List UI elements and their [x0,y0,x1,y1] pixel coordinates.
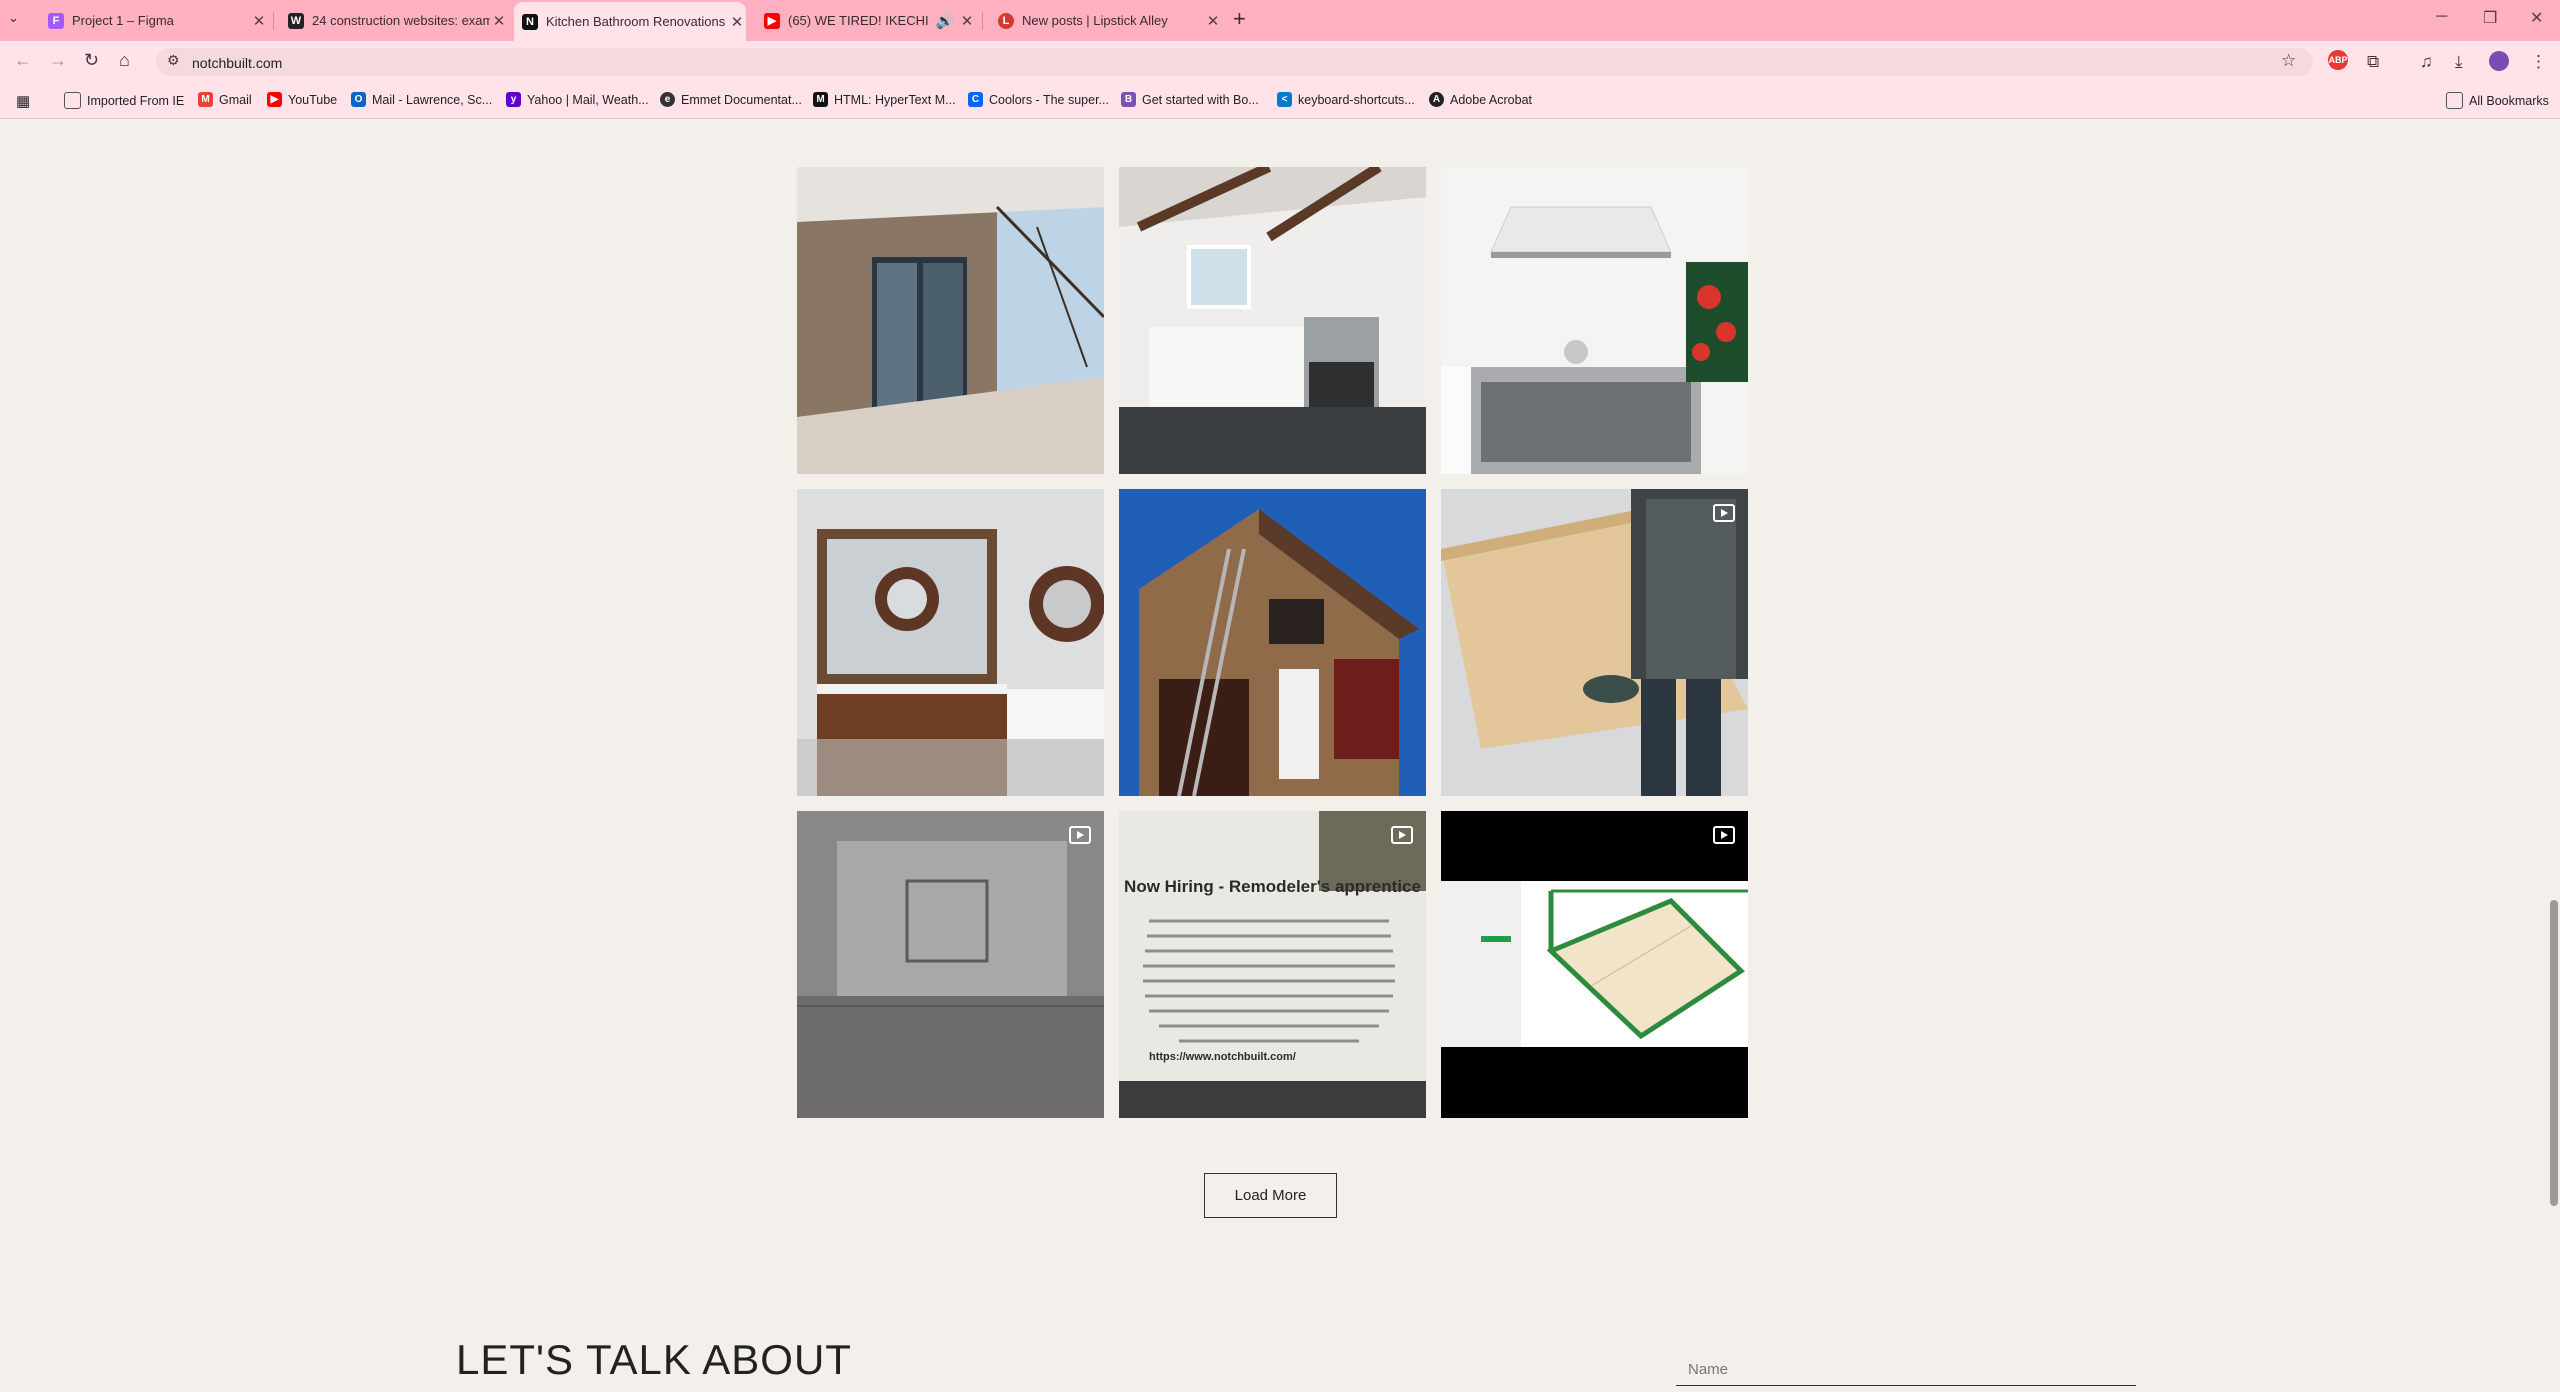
youtube-icon: ▶ [764,12,780,29]
bookmark-label: Gmail [219,92,252,107]
tab-title: (65) WE TIRED! IKECHI IS A [788,13,932,28]
folder-icon [2446,92,2463,109]
adblock-plus-icon[interactable]: ABP [2328,50,2348,70]
bookmark-label: Yahoo | Mail, Weath... [527,92,649,107]
all-bookmarks[interactable]: All Bookmarks [2446,92,2549,109]
reload-icon[interactable]: ↻ [84,50,99,71]
bookmark-label: Adobe Acrobat [1450,92,1533,107]
emmet-icon: e [660,92,675,107]
menu-kebab-icon[interactable]: ⋮ [2530,52,2547,72]
site-info-icon[interactable]: ⚙ [167,52,180,69]
extensions-puzzle-icon[interactable]: ⧉ [2367,52,2379,72]
gallery-image-kitchen-range[interactable] [1441,167,1748,474]
bookmark-label: Get started with Bo... [1142,92,1259,107]
tab-youtube-video[interactable]: ▶ (65) WE TIRED! IKECHI IS A 🔊 ✕ [756,6,976,35]
gallery-video-wall-panel[interactable] [797,811,1104,1118]
media-control-icon[interactable]: ♫ [2420,52,2433,72]
acrobat-icon: A [1429,92,1444,107]
notch-icon: N [522,13,538,30]
gallery-image-kitchen-beams[interactable] [1119,167,1426,474]
new-tab-icon[interactable]: + [1233,6,1246,32]
coolors-icon: C [968,92,983,107]
forward-icon[interactable]: → [49,50,67,71]
load-more-button[interactable]: Load More [1204,1173,1337,1218]
close-tab-icon[interactable]: ✕ [728,13,746,31]
bookmark-adobe-acrobat[interactable]: A Adobe Acrobat [1429,92,1532,107]
tab-divider [982,12,983,30]
tab-construction-websites[interactable]: W 24 construction websites: exam ✕ [280,6,508,35]
bookmark-label: keyboard-shortcuts... [1298,92,1415,107]
restore-icon[interactable]: ❐ [2483,8,2497,28]
gmail-icon: M [198,92,213,107]
download-icon[interactable]: ⤓ [2455,52,2463,72]
bookmark-imported-from-ie[interactable]: Imported From IE [64,92,184,109]
bookmark-label: Emmet Documentat... [681,92,802,107]
close-window-icon[interactable]: ✕ [2530,8,2543,28]
close-tab-icon[interactable]: ✕ [958,12,976,30]
url-text[interactable]: notchbuilt.com [192,55,282,71]
apps-grid-icon[interactable]: ▦ [16,92,30,110]
youtube-icon: ▶ [267,92,282,107]
tab-title: 24 construction websites: exam [312,13,490,28]
gallery-video-floor-plan[interactable] [1441,811,1748,1118]
gallery-image-barn-house[interactable] [1119,489,1426,796]
outlook-icon: O [351,92,366,107]
tab-notchbuilt[interactable]: N Kitchen Bathroom Renovations ✕ [514,2,746,41]
profile-avatar[interactable] [2489,51,2509,71]
mdn-icon: M [813,92,828,107]
video-icon [1391,826,1413,844]
tab-lipstick-alley[interactable]: L New posts | Lipstick Alley ✕ [990,6,1222,35]
speaker-icon[interactable]: 🔊 [932,12,958,30]
bookmark-youtube[interactable]: ▶ YouTube [267,92,337,107]
bookmark-label: YouTube [288,92,338,107]
poster-url: https://www.notchbuilt.com/ [1149,1051,1296,1063]
all-bookmarks-label: All Bookmarks [2469,93,2549,108]
home-icon[interactable]: ⌂ [119,50,130,71]
vscode-icon: < [1277,92,1292,107]
back-icon[interactable]: ← [14,50,32,71]
tab-divider [273,12,274,30]
tab-figma[interactable]: F Project 1 – Figma ✕ [40,6,268,35]
folder-icon [64,92,81,109]
bookmark-star-icon[interactable]: ☆ [2281,51,2296,71]
tab-title: New posts | Lipstick Alley [1022,13,1168,28]
bookmark-label: Imported From IE [87,93,185,108]
bookmark-emmet[interactable]: e Emmet Documentat... [660,92,802,107]
bookmark-yahoo[interactable]: y Yahoo | Mail, Weath... [506,92,649,107]
bookmark-outlook-mail[interactable]: O Mail - Lawrence, Sc... [351,92,492,107]
gallery-image-bathroom[interactable] [797,489,1104,796]
gallery-video-countertop[interactable] [1441,489,1748,796]
minimize-icon[interactable]: ─ [2436,8,2447,26]
video-icon [1713,504,1735,522]
address-bar[interactable] [156,48,2313,76]
bookmark-coolors[interactable]: C Coolors - The super... [968,92,1109,107]
close-tab-icon[interactable]: ✕ [250,12,268,30]
scrollbar-thumb[interactable] [2550,900,2558,1206]
name-field[interactable] [1676,1354,2136,1386]
bookmark-label: HTML: HyperText M... [834,92,956,107]
bookmark-mdn-html[interactable]: M HTML: HyperText M... [813,92,956,107]
gallery-image-exterior[interactable] [797,167,1104,474]
video-icon [1713,826,1735,844]
bookmark-label: Coolors - The super... [989,92,1109,107]
bookmark-bootstrap[interactable]: B Get started with Bo... [1121,92,1259,107]
figma-icon: F [48,12,64,29]
contact-heading: LET'S TALK ABOUT [456,1336,852,1383]
close-tab-icon[interactable]: ✕ [1204,12,1222,30]
tab-title: Kitchen Bathroom Renovations [546,14,726,29]
tab-search-chevron-icon[interactable]: ⌄ [8,10,19,26]
close-tab-icon[interactable]: ✕ [490,12,508,30]
yahoo-icon: y [506,92,521,107]
gallery-video-now-hiring[interactable]: Now Hiring - Remodeler's apprentice http… [1119,811,1426,1118]
bookmark-gmail[interactable]: M Gmail [198,92,252,107]
bookmark-vscode-shortcuts[interactable]: < keyboard-shortcuts... [1277,92,1415,107]
tab-title: Project 1 – Figma [72,13,174,28]
poster-heading: Now Hiring - Remodeler's apprentice [1124,877,1421,896]
video-icon [1069,826,1091,844]
bootstrap-icon: B [1121,92,1136,107]
lipstick-alley-icon: L [998,12,1014,29]
wix-icon: W [288,12,304,29]
bookmark-label: Mail - Lawrence, Sc... [372,92,493,107]
